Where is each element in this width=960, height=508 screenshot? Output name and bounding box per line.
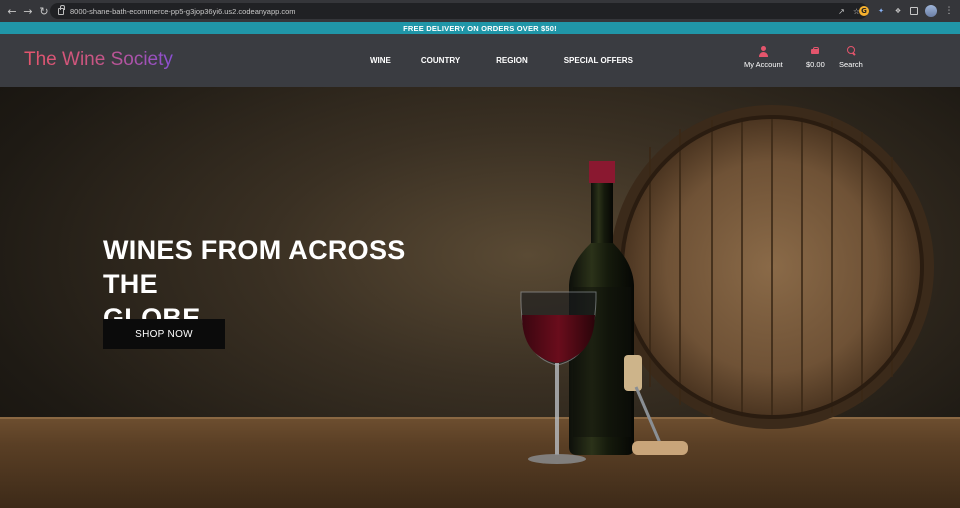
header-tools: My Account $0.00 Search [744, 46, 864, 76]
browser-toolbar: ← → ↻ 8000-shane-bath-ecommerce-pp5-g3jo… [0, 0, 960, 22]
site-logo[interactable]: The Wine Society [24, 49, 173, 71]
nav-country[interactable]: COUNTRY [421, 56, 460, 65]
side-panel-icon[interactable] [910, 7, 918, 15]
my-account-label: My Account [744, 60, 783, 69]
back-arrow-icon[interactable]: ← [4, 0, 20, 22]
search-icon [845, 46, 857, 57]
hero-banner: WINES FROM ACROSS THE GLOBE. SHOP NOW [0, 87, 960, 508]
forward-arrow-icon[interactable]: → [20, 0, 36, 22]
cart-link[interactable]: $0.00 [806, 46, 825, 69]
extensions-puzzle-icon[interactable]: ❖ [893, 6, 903, 16]
lock-icon [58, 4, 65, 15]
search-label: Search [839, 60, 863, 69]
more-menu-icon[interactable]: ⋮ [944, 6, 954, 16]
hero-heading-line1: WINES FROM ACROSS THE [103, 235, 406, 299]
nav-wine[interactable]: WINE [370, 56, 391, 65]
promo-text: FREE DELIVERY ON ORDERS OVER $50! [403, 23, 557, 33]
promo-banner: FREE DELIVERY ON ORDERS OVER $50! [0, 22, 960, 34]
barrel [610, 105, 934, 429]
my-account-link[interactable]: My Account [744, 46, 783, 69]
main-nav: WINE COUNTRY REGION SPECIAL OFFERS [350, 34, 633, 87]
shop-now-button[interactable]: SHOP NOW [103, 319, 225, 349]
site-header: The Wine Society WINE COUNTRY REGION SPE… [0, 34, 960, 87]
user-icon [757, 46, 769, 57]
address-bar[interactable]: 8000-shane-bath-ecommerce-pp5-g3jop36yi6… [50, 3, 868, 19]
extension-g-icon[interactable]: G [859, 6, 869, 16]
extension-spark-icon[interactable]: ✦ [876, 6, 886, 16]
address-url[interactable]: 8000-shane-bath-ecommerce-pp5-g3jop36yi6… [70, 7, 296, 16]
shopping-bag-icon [809, 46, 821, 57]
cart-total: $0.00 [806, 60, 825, 69]
profile-avatar-icon[interactable] [925, 5, 937, 17]
nav-special-offers[interactable]: SPECIAL OFFERS [564, 56, 633, 65]
share-icon[interactable]: ↗ [838, 7, 845, 16]
nav-region[interactable]: REGION [496, 56, 528, 65]
search-link[interactable]: Search [839, 46, 863, 69]
